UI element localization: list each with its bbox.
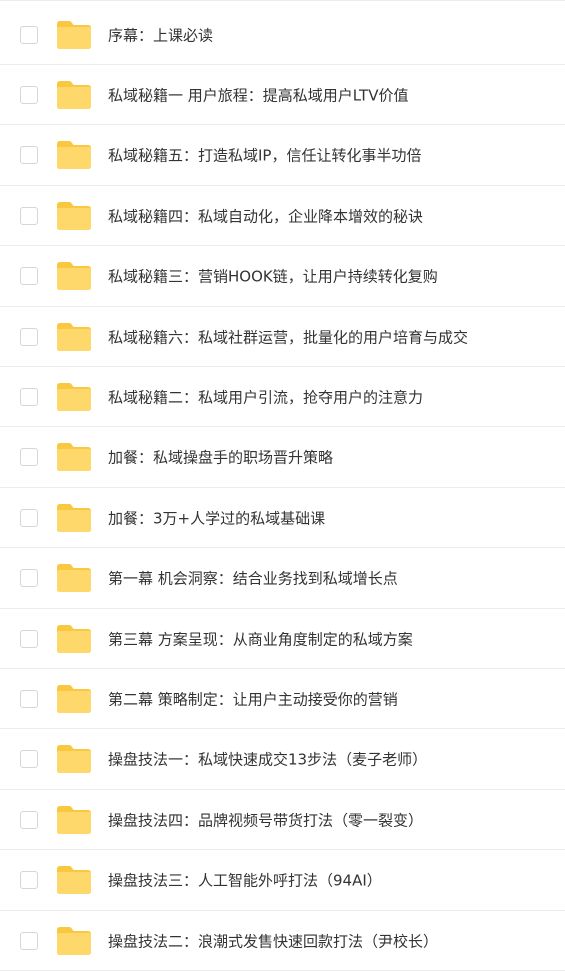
row-checkbox[interactable] <box>20 448 38 467</box>
file-row[interactable]: 加餐：3万+人学过的私域基础课 <box>0 488 565 549</box>
folder-icon <box>56 442 92 472</box>
folder-icon <box>56 563 92 593</box>
folder-icon <box>56 926 92 956</box>
file-name[interactable]: 私域秘籍三：营销HOOK链，让用户持续转化复购 <box>108 266 438 287</box>
row-checkbox[interactable] <box>20 629 38 648</box>
file-list: 序幕：上课必读私域秘籍一 用户旅程：提高私域用户LTV价值 私域秘籍五：打造私域I… <box>0 0 565 972</box>
file-row[interactable]: 操盘技法一：私域快速成交13步法（麦子老师） <box>0 730 565 790</box>
folder-icon <box>56 80 92 110</box>
row-checkbox[interactable] <box>20 508 38 527</box>
file-name[interactable]: 操盘技法一：私域快速成交13步法（麦子老师） <box>108 749 427 770</box>
file-row[interactable]: 第二幕 策略制定：让用户主动接受你的营销 <box>0 669 565 730</box>
file-row[interactable]: 加餐：私域操盘手的职场晋升策略 <box>0 428 565 488</box>
file-row[interactable]: 操盘技法四：品牌视频号带货打法（零一裂变） <box>0 790 565 851</box>
row-checkbox[interactable] <box>20 25 38 44</box>
file-name[interactable]: 操盘技法三：人工智能外呼打法（94AI） <box>108 870 382 891</box>
row-checkbox[interactable] <box>20 569 38 588</box>
folder-icon <box>56 261 92 291</box>
file-name[interactable]: 私域秘籍五：打造私域IP，信任让转化事半功倍 <box>108 145 421 166</box>
row-checkbox[interactable] <box>20 85 38 104</box>
file-row[interactable]: 第三幕 方案呈现：从商业角度制定的私域方案 <box>0 609 565 669</box>
row-checkbox[interactable] <box>20 750 38 769</box>
folder-icon <box>56 322 92 352</box>
file-name[interactable]: 第二幕 策略制定：让用户主动接受你的营销 <box>108 688 398 709</box>
file-row[interactable]: 操盘技法三：人工智能外呼打法（94AI） <box>0 851 565 911</box>
folder-icon <box>56 684 92 714</box>
file-name[interactable]: 加餐：3万+人学过的私域基础课 <box>108 507 325 528</box>
file-row[interactable]: 私域秘籍三：营销HOOK链，让用户持续转化复购 <box>0 247 565 307</box>
file-row[interactable]: 私域秘籍四：私域自动化，企业降本增效的秘诀 <box>0 186 565 247</box>
file-row[interactable]: 私域秘籍二：私域用户引流，抢夺用户的注意力 <box>0 367 565 428</box>
file-name[interactable]: 私域秘籍二：私域用户引流，抢夺用户的注意力 <box>108 386 423 407</box>
file-name[interactable]: 私域秘籍一 用户旅程：提高私域用户LTV价值 <box>108 84 409 105</box>
file-name[interactable]: 私域秘籍四：私域自动化，企业降本增效的秘诀 <box>108 205 423 226</box>
file-row[interactable]: 操盘技法二：浪潮式发售快速回款打法（尹校长） <box>0 911 565 971</box>
file-name[interactable]: 操盘技法四：品牌视频号带货打法（零一裂变） <box>108 809 423 830</box>
file-row[interactable]: 第一幕 机会洞察：结合业务找到私域增长点 <box>0 549 565 609</box>
file-name[interactable]: 序幕：上课必读 <box>108 24 213 45</box>
row-checkbox[interactable] <box>20 327 38 346</box>
row-checkbox[interactable] <box>20 689 38 708</box>
folder-icon <box>56 805 92 835</box>
row-checkbox[interactable] <box>20 871 38 890</box>
row-checkbox[interactable] <box>20 810 38 829</box>
folder-icon <box>56 382 92 412</box>
file-row[interactable]: 序幕：上课必读 <box>0 5 565 65</box>
file-name[interactable]: 私域秘籍六：私域社群运营，批量化的用户培育与成交 <box>108 326 468 347</box>
row-checkbox[interactable] <box>20 387 38 406</box>
folder-icon <box>56 624 92 654</box>
row-checkbox[interactable] <box>20 931 38 950</box>
folder-icon <box>56 503 92 533</box>
row-checkbox[interactable] <box>20 267 38 286</box>
file-name[interactable]: 第三幕 方案呈现：从商业角度制定的私域方案 <box>108 628 413 649</box>
file-row[interactable]: 私域秘籍五：打造私域IP，信任让转化事半功倍 <box>0 126 565 186</box>
folder-icon <box>56 20 92 50</box>
folder-icon <box>56 201 92 231</box>
file-row[interactable]: 私域秘籍六：私域社群运营，批量化的用户培育与成交 <box>0 307 565 367</box>
file-row[interactable]: 私域秘籍一 用户旅程：提高私域用户LTV价值 <box>0 65 565 126</box>
file-name[interactable]: 操盘技法二：浪潮式发售快速回款打法（尹校长） <box>108 930 438 951</box>
file-name[interactable]: 加餐：私域操盘手的职场晋升策略 <box>108 447 333 468</box>
folder-icon <box>56 865 92 895</box>
file-name[interactable]: 第一幕 机会洞察：结合业务找到私域增长点 <box>108 568 398 589</box>
row-checkbox[interactable] <box>20 206 38 225</box>
folder-icon <box>56 744 92 774</box>
folder-icon <box>56 140 92 170</box>
row-checkbox[interactable] <box>20 146 38 165</box>
